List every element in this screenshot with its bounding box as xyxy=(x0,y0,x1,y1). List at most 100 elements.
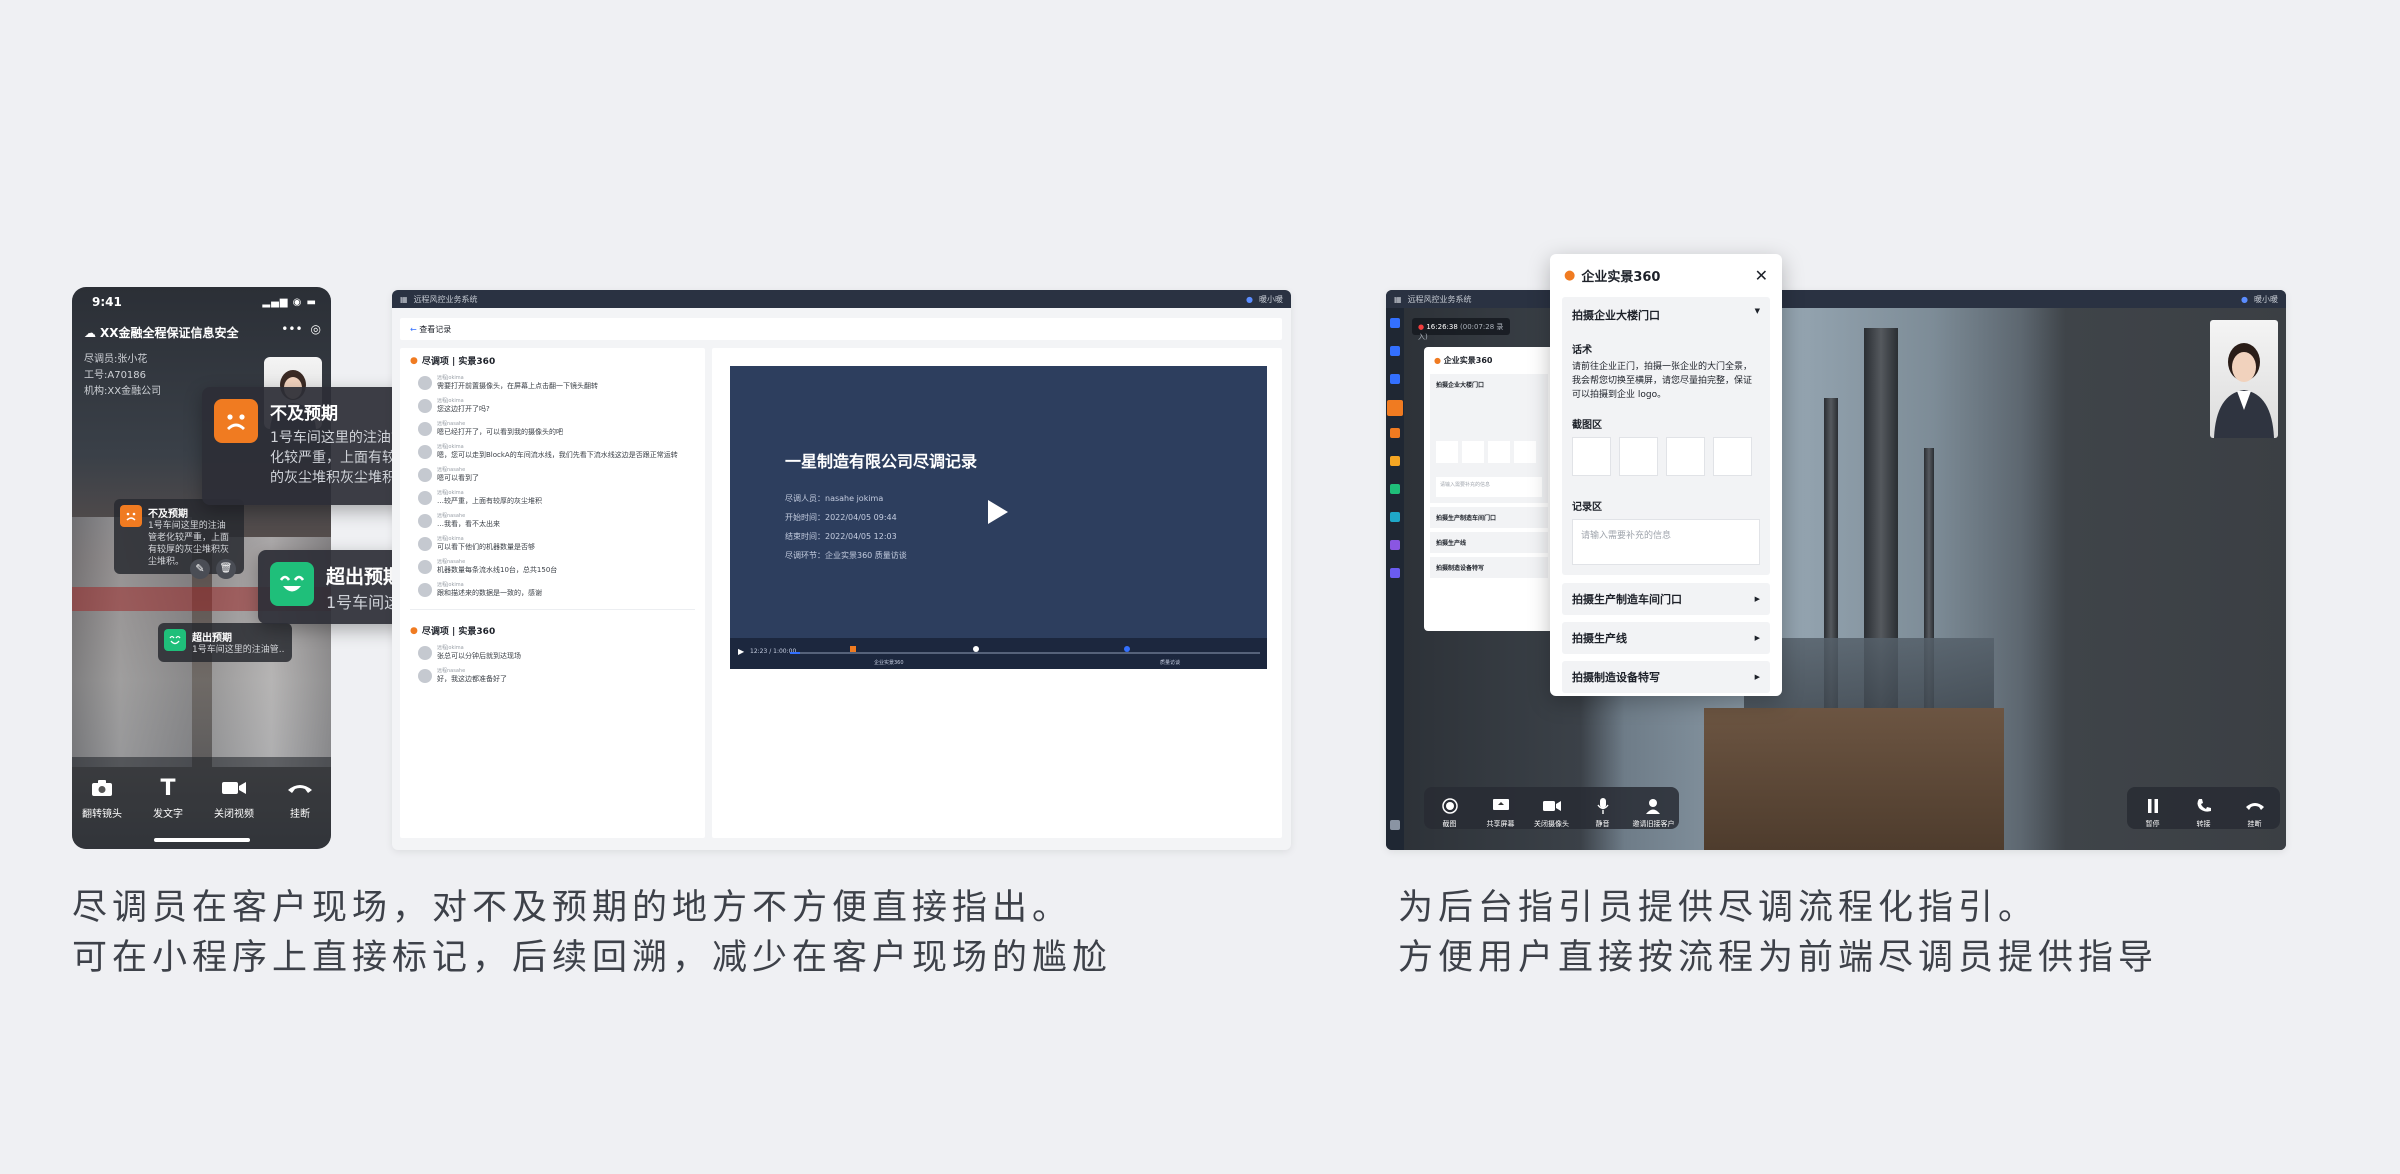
small-accordion-open[interactable]: 拍摄企业大楼门口 请输入需要补充的信息 xyxy=(1430,374,1548,503)
nav-box-icon[interactable] xyxy=(1390,428,1400,438)
window-titlebar: ▦ 远程风控业务系统 ● 暖小暖 xyxy=(392,290,1291,308)
accordion-item[interactable]: 拍摄生产线 ▶ xyxy=(1562,622,1770,654)
small-shot-slot[interactable] xyxy=(1488,441,1510,463)
call-controls-left: 截图 共享屏幕 关闭摄像头 静音 邀请旧接客户 xyxy=(1424,787,1679,829)
flip-camera-button[interactable]: 翻转镜头 xyxy=(72,775,132,820)
caret-right-icon: ▶ xyxy=(1754,595,1760,603)
app-title-bar: ☁ XX金融全程保证信息安全 xyxy=(84,324,239,341)
nav-active-icon[interactable] xyxy=(1387,400,1403,416)
menu-icon[interactable]: ▦ xyxy=(400,295,408,304)
cloud-logo-icon: ☁ xyxy=(84,325,96,340)
invite-button[interactable]: 邀请旧接客户 xyxy=(1628,787,1679,829)
progress-track[interactable] xyxy=(790,652,1260,654)
caption-left: 尽调员在客户现场，对不及预期的地方不方便直接指出。 可在小程序上直接标记，后续回… xyxy=(72,883,1302,983)
marker-blue[interactable] xyxy=(1124,646,1130,652)
accordion-item[interactable]: 拍摄生产制造车间门口 ▶ xyxy=(1562,583,1770,615)
shot-slot[interactable] xyxy=(1572,437,1611,476)
nav-doc-icon[interactable] xyxy=(1390,346,1400,356)
section-header: ● 尽调项 | 实景360 xyxy=(400,348,705,371)
mute-label: 静音 xyxy=(1595,820,1610,828)
capsule-menu[interactable]: ••• ◎ xyxy=(281,322,321,336)
send-text-button[interactable]: T 发文字 xyxy=(138,775,198,821)
message-text: 可以看下他们的机器数量是否够 xyxy=(437,543,535,551)
shot-slot[interactable] xyxy=(1713,437,1752,476)
camera-off-button[interactable]: 关闭摄像头 xyxy=(1526,787,1577,829)
call-controls-right: 暂停 转接 挂断 xyxy=(2127,787,2280,829)
add-user-icon xyxy=(1628,797,1679,815)
small-accordion-item[interactable]: 拍摄生产制造车间门口 xyxy=(1430,507,1548,528)
play-icon[interactable] xyxy=(986,498,1010,526)
user-avatar-icon[interactable]: ● xyxy=(1246,295,1253,304)
message-sender: 远程jokima xyxy=(437,398,464,404)
avatar xyxy=(418,491,432,505)
notes-input[interactable]: 请输入需要补充的信息 xyxy=(1572,519,1760,565)
nav-clock-icon[interactable] xyxy=(1390,374,1400,384)
marker-white[interactable] xyxy=(973,646,979,652)
hangup-button[interactable]: 挂断 xyxy=(270,775,330,820)
caption-right: 为后台指引员提供尽调流程化指引。 方便用户直接按流程为前端尽调员提供指导 xyxy=(1398,883,2388,983)
accordion-label: 拍摄生产线 xyxy=(1572,632,1627,645)
invite-label: 邀请旧接客户 xyxy=(1632,820,1675,828)
small-accordion-item[interactable]: 拍摄制造设备特写 xyxy=(1430,557,1548,578)
recording-dot-icon: ● xyxy=(1418,323,1425,331)
back-arrow-icon[interactable]: ← xyxy=(410,325,417,334)
avatar xyxy=(418,468,432,482)
nav-folder-icon[interactable] xyxy=(1390,512,1400,522)
marker-label: 企业实景360 xyxy=(874,660,904,666)
accordion-header[interactable]: 拍摄企业大楼门口 ▼ xyxy=(1572,307,1760,323)
shot-slot[interactable] xyxy=(1666,437,1705,476)
back-label[interactable]: 查看记录 xyxy=(419,325,451,334)
user-avatar-icon[interactable]: ● xyxy=(2241,295,2248,304)
small-panel-title-text: 企业实景360 xyxy=(1443,356,1493,365)
chat-message: 远程nasahe 好，我这边都准备好了 xyxy=(400,664,705,687)
video-player[interactable]: 一星制造有限公司尽调记录 尽调人员：nasahe jokima 开始时间：202… xyxy=(730,366,1267,669)
script-label: 话术 xyxy=(1572,345,1592,356)
small-accordion-item[interactable]: 拍摄生产线 xyxy=(1430,532,1548,553)
close-icon[interactable]: ✕ xyxy=(1755,266,1768,285)
share-screen-button[interactable]: 共享屏幕 xyxy=(1475,787,1526,829)
pause-button[interactable]: 暂停 xyxy=(2127,787,2178,829)
small-shot-slot[interactable] xyxy=(1462,441,1484,463)
small-play-icon[interactable]: ▶ xyxy=(738,647,744,656)
message-text: 机器数量每条流水线10台，总共150台 xyxy=(437,566,558,574)
close-video-button[interactable]: 关闭视频 xyxy=(204,775,264,820)
chat-message: 远程nasahe …我看，看不太出来 xyxy=(400,509,705,532)
nav-cloud-icon[interactable] xyxy=(1390,318,1400,328)
share-screen-label: 共享屏幕 xyxy=(1486,820,1515,828)
pause-label: 暂停 xyxy=(2145,820,2160,828)
more-icon[interactable]: ••• xyxy=(281,322,302,336)
shot-slot[interactable] xyxy=(1619,437,1658,476)
section-header: ● 尽调项 | 实景360 xyxy=(400,618,705,641)
small-shot-slot[interactable] xyxy=(1514,441,1536,463)
nav-user-icon[interactable] xyxy=(1390,456,1400,466)
mute-button[interactable]: 静音 xyxy=(1577,787,1628,829)
microphone-icon xyxy=(1577,797,1628,815)
video-line: 结束时间：2022/04/05 12:03 xyxy=(785,532,897,541)
delete-icon[interactable]: 🗑 xyxy=(216,559,236,579)
edit-icon[interactable]: ✎ xyxy=(190,559,210,579)
video-camera-icon xyxy=(1526,797,1577,815)
chat-message: 远程jokima …较严重，上面有较厚的灰尘堆积 xyxy=(400,486,705,509)
nav-hourglass-icon[interactable] xyxy=(1390,568,1400,578)
nav-chat-icon[interactable] xyxy=(1390,540,1400,550)
target-icon[interactable]: ◎ xyxy=(311,322,321,336)
transfer-button[interactable]: 转接 xyxy=(2178,787,2229,829)
rec-time: 16:26:38 xyxy=(1426,323,1458,331)
marker-orange[interactable] xyxy=(850,646,856,652)
avatar xyxy=(418,583,432,597)
small-shot-slot[interactable] xyxy=(1436,441,1458,463)
hangup-button[interactable]: 挂断 xyxy=(2229,787,2280,829)
menu-icon[interactable]: ▦ xyxy=(1394,295,1402,304)
user-name: 暖小暖 xyxy=(1259,294,1283,304)
nav-collapse-icon[interactable] xyxy=(1390,820,1400,830)
field-inspector-avatar xyxy=(2210,320,2278,438)
message-sender: 远程nasahe xyxy=(437,513,466,519)
toast-above-expectation[interactable]: 超出预期 1号车间这里的注油管... xyxy=(158,623,292,662)
message-sender: 远程jokima xyxy=(437,536,464,542)
small-notes-input[interactable]: 请输入需要补充的信息 xyxy=(1436,477,1542,497)
accordion-item[interactable]: 拍摄制造设备特写 ▶ xyxy=(1562,661,1770,693)
nav-globe-icon[interactable] xyxy=(1390,484,1400,494)
hangup-label: 挂断 xyxy=(2247,820,2262,828)
screenshot-button[interactable]: 截图 xyxy=(1424,787,1475,829)
avatar xyxy=(418,560,432,574)
